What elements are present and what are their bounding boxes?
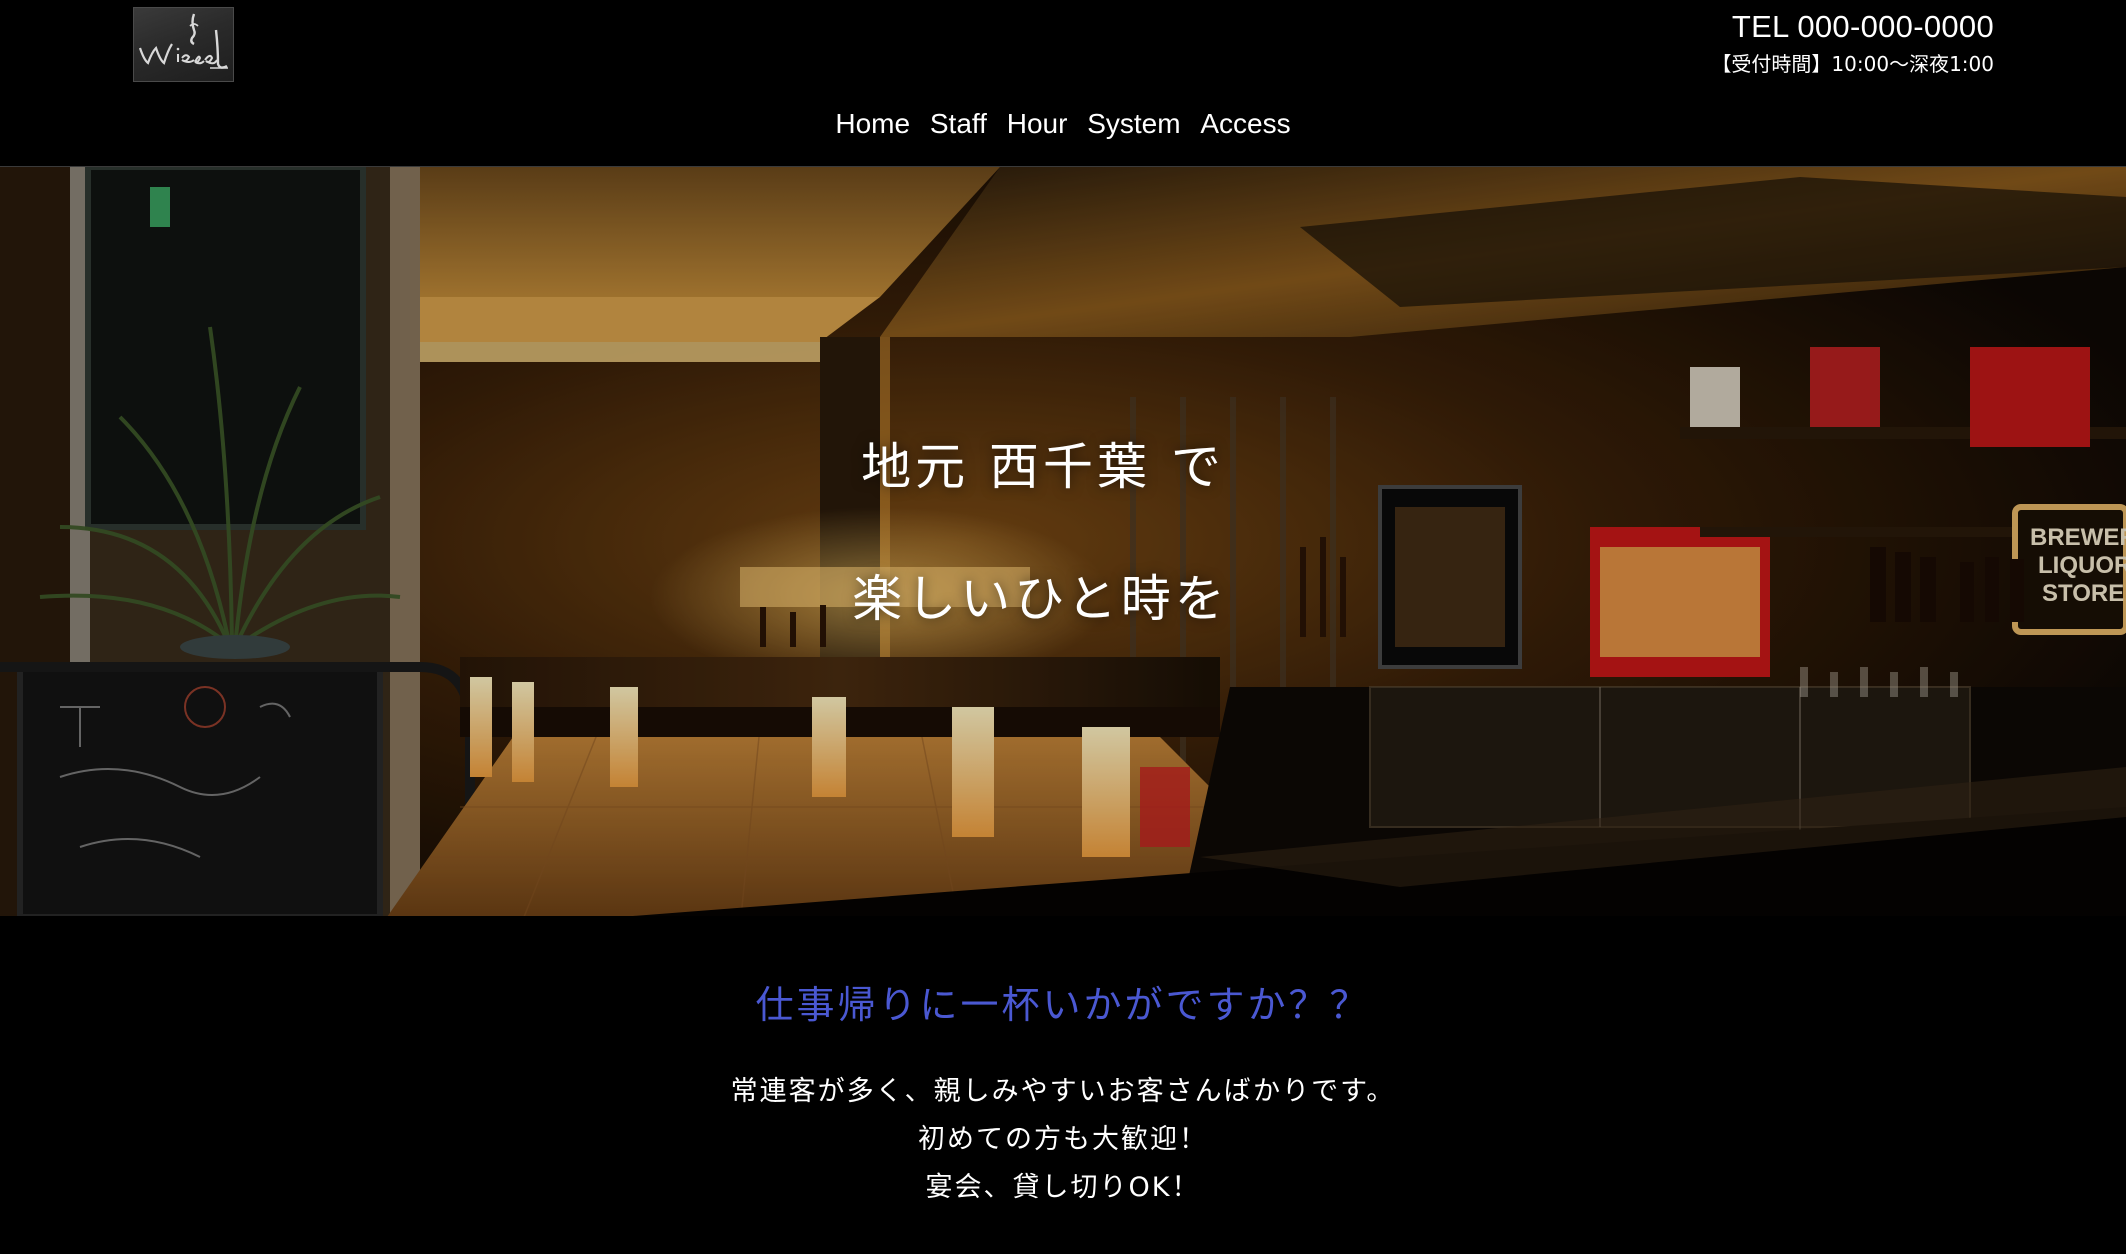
- nav-staff[interactable]: Staff: [930, 108, 987, 139]
- intro-section: 仕事帰りに一杯いかがですか？？ 常連客が多く、親しみやすいお客さんばかりです。 …: [0, 980, 2126, 1212]
- logo-mark: [138, 13, 228, 69]
- phone-number[interactable]: TEL 000-000-0000: [1711, 8, 1994, 46]
- intro-line: 常連客が多く、親しみやすいお客さんばかりです。: [730, 1076, 1396, 1107]
- intro-heading: 仕事帰りに一杯いかがですか？？: [755, 983, 1371, 1027]
- intro-body: 常連客が多く、親しみやすいお客さんばかりです。 初めての方も大歓迎！ 宴会、貸し…: [0, 1068, 2126, 1212]
- site-header: TEL 000-000-0000 【受付時間】10:00～深夜1:00 Home…: [0, 0, 2126, 166]
- nav-hour[interactable]: Hour: [1007, 108, 1068, 139]
- hero-section: BREWER LIQUOR STORE: [0, 166, 2126, 916]
- nav-access[interactable]: Access: [1200, 108, 1290, 139]
- hero-line-2: 楽しいひと時を: [852, 570, 1229, 628]
- business-hours: 【受付時間】10:00～深夜1:00: [1711, 52, 1994, 76]
- hero-caption: 地元 西千葉 で 楽しいひと時を: [0, 437, 2126, 629]
- main-nav: Home Staff Hour System Access: [0, 104, 2126, 144]
- nav-home[interactable]: Home: [835, 108, 910, 139]
- intro-line: 初めての方も大歓迎！: [918, 1124, 1208, 1155]
- intro-line: 宴会、貸し切りOK！: [925, 1172, 1201, 1203]
- logo[interactable]: [133, 7, 234, 82]
- contact-info: TEL 000-000-0000 【受付時間】10:00～深夜1:00: [1711, 8, 1994, 77]
- nav-system[interactable]: System: [1087, 108, 1180, 139]
- hero-line-1: 地元 西千葉 で: [861, 438, 1225, 496]
